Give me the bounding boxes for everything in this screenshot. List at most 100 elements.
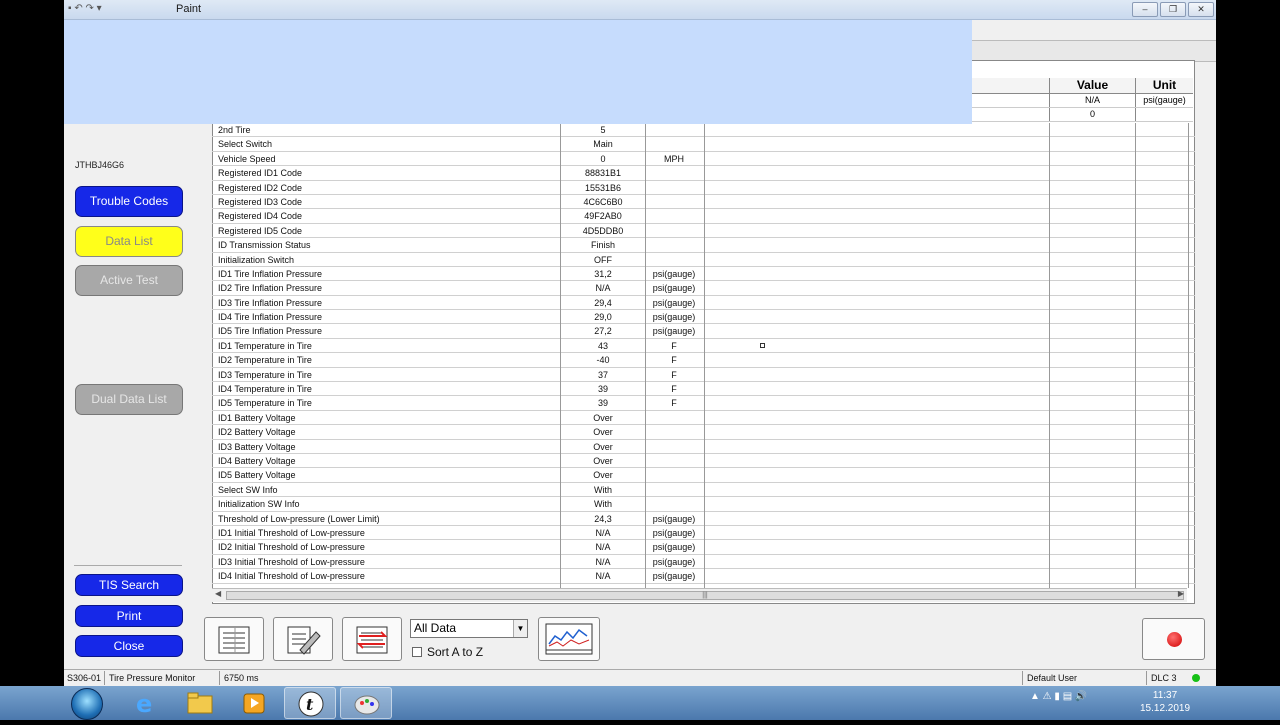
cell-value: N/A (595, 527, 611, 538)
cell-value: 24,3 (594, 513, 612, 524)
column-divider (1135, 123, 1136, 588)
window-title: Paint (176, 3, 202, 15)
cell-value: Over (593, 427, 613, 438)
table-row: 0 (972, 108, 1193, 122)
cell-value: Over (593, 470, 613, 481)
cell-name: ID4 Battery Voltage (218, 455, 296, 466)
cell-unit: psi(gauge) (652, 556, 696, 567)
tis-search-button[interactable]: TIS Search (75, 574, 183, 596)
cell-name: Registered ID5 Code (218, 225, 303, 236)
cell-value: N/A (595, 283, 611, 294)
cell-name: Initialization SW Info (218, 499, 300, 510)
cell-unit: F (671, 384, 677, 395)
cell-value: Over (593, 441, 613, 452)
column-divider (704, 123, 705, 588)
cell-name: Select Switch (218, 139, 273, 150)
cell-name: ID Transmission Status (218, 240, 311, 251)
taskbar-media-player[interactable] (228, 687, 280, 719)
status-user: Default User (1027, 673, 1078, 683)
svg-text:e: e (136, 690, 152, 718)
application-window: ▪ ↶ ↷ ▾ Paint – ❐ ✕ JTHBJ46G6 Trouble Co… (64, 0, 1216, 686)
cell-value: Finish (590, 240, 615, 251)
scroll-left-icon[interactable]: ◀ (215, 589, 221, 598)
close-window-button[interactable]: ✕ (1188, 2, 1214, 17)
list-icon (218, 626, 250, 654)
cell-name: Select SW Info (218, 484, 278, 495)
divider (74, 565, 182, 566)
edit-list-button[interactable] (273, 617, 333, 661)
cell-name: Registered ID4 Code (218, 211, 303, 222)
column-divider (645, 123, 646, 588)
cell-value: 39 (597, 398, 608, 409)
dual-data-list-button[interactable]: Dual Data List (75, 384, 183, 415)
cell-value: With (594, 484, 612, 495)
cell-name: Registered ID1 Code (218, 168, 303, 179)
cell-value: OFF (594, 254, 612, 265)
cell-unit: psi(gauge) (652, 268, 696, 279)
swap-columns-button[interactable] (342, 617, 402, 661)
selection-overlay (64, 20, 972, 124)
list-view-button[interactable] (204, 617, 264, 661)
svg-text:t: t (306, 695, 314, 714)
cell-unit: F (671, 355, 677, 366)
status-bar: S306-01 Tire Pressure Monitor 6750 ms De… (64, 669, 1216, 686)
cell-value: Over (593, 455, 613, 466)
cell-name: ID3 Tire Inflation Pressure (218, 297, 323, 308)
cell-value: -40 (596, 355, 610, 366)
folder-icon (187, 692, 213, 714)
graph-button[interactable] (538, 617, 600, 661)
unit-header[interactable]: Unit (1135, 78, 1193, 93)
sort-label: Sort A to Z (427, 645, 484, 659)
cell-value: 31,2 (594, 268, 612, 279)
taskbar-ie[interactable]: e (120, 687, 172, 719)
column-divider (1049, 123, 1050, 588)
cell-name: ID3 Initial Threshold of Low-pressure (218, 556, 365, 567)
column-divider (1188, 123, 1189, 588)
trouble-codes-button[interactable]: Trouble Codes (75, 186, 183, 217)
quick-access-toolbar[interactable]: ▪ ↶ ↷ ▾ (68, 3, 102, 14)
clock[interactable]: 11:37 15.12.2019 (1140, 689, 1190, 715)
print-button[interactable]: Print (75, 605, 183, 627)
cell-value: 27,2 (594, 326, 612, 337)
cell-value: 88831B1 (584, 168, 622, 179)
start-button[interactable] (71, 688, 103, 720)
sort-a-to-z-checkbox[interactable] (412, 647, 422, 657)
cell-unit: psi(gauge) (652, 312, 696, 323)
minimize-button[interactable]: – (1132, 2, 1158, 17)
column-divider (560, 123, 561, 588)
cell-name: ID3 Battery Voltage (218, 441, 296, 452)
maximize-button[interactable]: ❐ (1160, 2, 1186, 17)
data-filter-select[interactable]: All Data ▼ (410, 619, 528, 638)
cell-value: 39 (597, 384, 608, 395)
edit-document-icon (287, 626, 321, 655)
cell-value: Main (593, 139, 613, 150)
cell-value: 0 (600, 153, 606, 164)
cell-name: ID2 Battery Voltage (218, 427, 296, 438)
connection-status-icon (1192, 674, 1200, 682)
cell-unit: F (671, 340, 677, 351)
active-test-button[interactable]: Active Test (75, 265, 183, 296)
internet-explorer-icon: e (136, 690, 152, 718)
cursor-marker (760, 343, 765, 348)
taskbar-paint[interactable] (340, 687, 392, 719)
taskbar-techstream[interactable]: t (284, 687, 336, 719)
cell-unit: psi(gauge) (652, 527, 696, 538)
taskbar-explorer[interactable] (174, 687, 226, 719)
data-list-button[interactable]: Data List (75, 226, 183, 257)
horizontal-scrollbar[interactable]: ◀ ||| ▶ (212, 588, 1187, 602)
cell-name: ID5 Tire Inflation Pressure (218, 326, 323, 337)
cell-unit: F (671, 369, 677, 380)
cell-value: 5 (600, 125, 606, 135)
system-tray[interactable]: ▲ ⚠ ▮ ▤ 🔊 (1030, 691, 1087, 702)
scroll-right-icon[interactable]: ▶ (1178, 589, 1184, 598)
close-button[interactable]: Close (75, 635, 183, 657)
cell-unit: psi(gauge) (652, 571, 696, 582)
cell-name: Registered ID3 Code (218, 196, 303, 207)
cell-unit: psi(gauge) (652, 297, 696, 308)
value-header[interactable]: Value (1049, 78, 1135, 93)
record-button[interactable] (1142, 618, 1205, 660)
scrollbar-thumb[interactable]: ||| (226, 591, 1184, 600)
cell-unit: F (671, 398, 677, 409)
cell-name: ID4 Temperature in Tire (218, 384, 312, 395)
cell-value: N/A (595, 556, 611, 567)
